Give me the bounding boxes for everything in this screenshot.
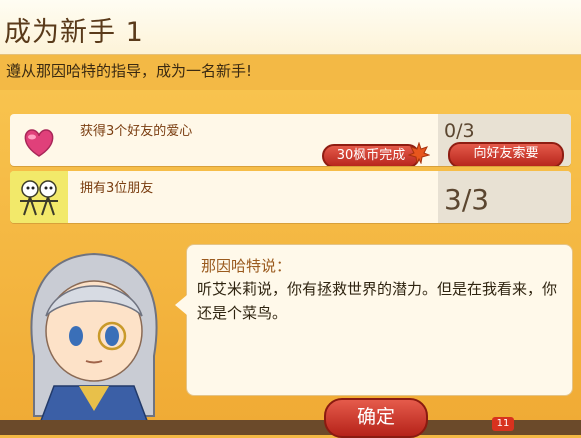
npc-portrait <box>4 236 184 430</box>
dialog-header: 成为新手 1 <box>0 0 581 55</box>
quest-description: 遵从那因哈特的指导，成为一名新手! <box>6 62 253 80</box>
complete-with-coins-button[interactable]: 30枫币完成 <box>322 144 420 166</box>
speech-bubble: 那因哈特说： 听艾米莉说，你有拯救世界的潜力。但是在我看来，你还是个菜鸟。 <box>175 244 573 396</box>
quest-task-hearts: 获得3个好友的爱心 0/3 30枫币完成 向好友索要 <box>10 114 571 166</box>
friends-icon <box>10 171 68 223</box>
quest-task-friends: 拥有3位朋友 3/3 <box>10 171 571 223</box>
confirm-button[interactable]: 确定 <box>324 398 428 438</box>
maple-leaf-icon <box>407 141 431 166</box>
page-title: 成为新手 1 <box>4 17 144 48</box>
ask-friends-button[interactable]: 向好友索要 <box>448 142 564 166</box>
task-progress: 0/3 <box>444 120 475 142</box>
speech-text: 听艾米莉说，你有拯救世界的潜力。但是在我看来，你还是个菜鸟。 <box>197 280 558 322</box>
task-progress: 3/3 <box>444 183 490 216</box>
speaker-name: 那因哈特说： <box>201 257 292 275</box>
speech-bubble-tail <box>175 295 187 315</box>
task-name: 拥有3位朋友 <box>80 181 154 196</box>
heart-icon <box>10 114 68 166</box>
task-name: 获得3个好友的爱心 <box>80 124 193 139</box>
notification-badge: 11 <box>492 417 514 431</box>
task-progress-box: 3/3 <box>438 171 571 223</box>
